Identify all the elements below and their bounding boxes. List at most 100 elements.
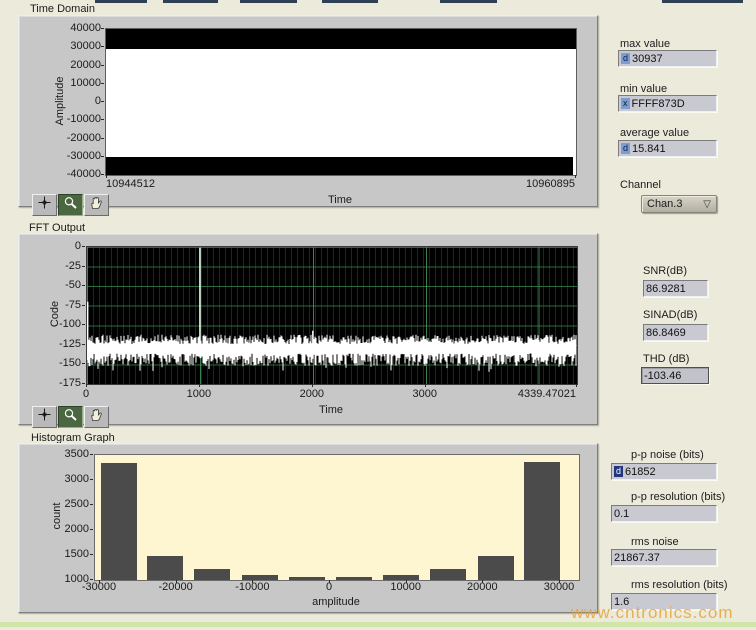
histogram-bar — [383, 575, 419, 580]
thd-label: THD (dB) — [643, 353, 689, 365]
x-tick-label: 10960895 — [526, 178, 575, 190]
x-tick-mark — [329, 580, 330, 583]
y-tick-mark — [82, 324, 85, 325]
rms-resolution-label: rms resolution (bits) — [631, 579, 728, 591]
pp-resolution-field[interactable]: 0.1 — [611, 505, 717, 522]
x-tick-mark — [576, 384, 577, 387]
crosshair-icon — [37, 408, 52, 426]
waveform-top-band — [106, 29, 576, 49]
radix-indicator[interactable]: d — [621, 53, 630, 64]
y-tick-mark — [101, 28, 104, 29]
y-tick-label: 40000 — [39, 22, 101, 34]
clipped-toolbar-strip — [662, 0, 743, 3]
max-value-label: max value — [620, 38, 670, 50]
time-domain-graph: Amplitude Time 400003000020000100000-100… — [18, 15, 598, 207]
x-tick-label: 0 — [46, 388, 126, 400]
x-tick-label: 4339.47021 — [518, 388, 576, 400]
y-tick-mark — [90, 554, 93, 555]
fft-plot-area[interactable] — [86, 246, 578, 385]
x-tick-mark — [199, 384, 200, 387]
y-tick-mark — [101, 101, 104, 102]
snr-field[interactable]: 86.9281 — [643, 280, 708, 297]
sinad-label: SINAD(dB) — [643, 309, 697, 321]
y-tick-mark — [101, 83, 104, 84]
average-value-field[interactable]: d 15.841 — [618, 140, 717, 157]
cursor-tool-button[interactable] — [32, 406, 57, 428]
average-value-label: average value — [620, 127, 689, 139]
x-tick-mark — [406, 580, 407, 583]
x-tick-mark — [312, 384, 313, 387]
x-tick-label: 3000 — [385, 388, 465, 400]
histogram-bar — [242, 575, 278, 580]
pan-tool-button[interactable] — [84, 194, 109, 216]
y-tick-mark — [90, 579, 93, 580]
thd-field[interactable]: -103.46 — [641, 367, 709, 384]
x-tick-mark — [575, 175, 576, 178]
time-domain-title: Time Domain — [30, 3, 95, 15]
labview-front-panel: Time Domain Amplitude Time 4000030000200… — [0, 0, 756, 630]
zoom-tool-button[interactable] — [58, 406, 83, 428]
radix-indicator[interactable]: d — [621, 143, 630, 154]
sinad-field[interactable]: 86.8469 — [643, 324, 708, 341]
x-tick-mark — [176, 580, 177, 583]
thd-text: -103.46 — [644, 370, 681, 382]
max-value-text: 30937 — [632, 53, 663, 65]
hand-icon — [89, 408, 104, 426]
y-tick-mark — [82, 344, 85, 345]
y-tick-mark — [82, 266, 85, 267]
histogram-plot-area[interactable] — [94, 454, 580, 581]
y-tick-mark — [90, 454, 93, 455]
pan-tool-button[interactable] — [84, 406, 109, 428]
histogram-bar — [289, 577, 325, 580]
snr-text: 86.9281 — [646, 283, 686, 295]
y-tick-label: 0 — [43, 240, 81, 252]
histogram-bar — [194, 569, 230, 580]
channel-label: Channel — [620, 179, 661, 191]
y-tick-label: -125 — [43, 338, 81, 350]
chevron-down-icon: ▽ — [703, 199, 711, 210]
y-tick-label: -75 — [43, 299, 81, 311]
clipped-toolbar-strip — [440, 0, 497, 3]
y-tick-label: -30000 — [39, 150, 101, 162]
y-tick-mark — [101, 138, 104, 139]
magnifier-icon — [63, 408, 78, 426]
histogram-bar — [147, 556, 183, 580]
time-domain-plot-area[interactable] — [105, 28, 577, 176]
radix-indicator[interactable]: x — [621, 98, 630, 109]
time-domain-xlabel: Time — [105, 194, 575, 206]
channel-dropdown[interactable]: Chan.3 ▽ — [641, 195, 717, 213]
histogram-bar — [478, 556, 514, 580]
watermark: www.cntronics.com — [571, 603, 733, 623]
x-tick-label: 10944512 — [106, 178, 155, 190]
histogram-graph: count amplitude 350030002500200015001000… — [18, 443, 598, 613]
y-tick-label: 2500 — [47, 498, 89, 510]
y-tick-mark — [90, 479, 93, 480]
min-value-field[interactable]: x FFFF873D — [618, 95, 717, 112]
y-tick-label: -20000 — [39, 132, 101, 144]
y-tick-mark — [90, 529, 93, 530]
zoom-tool-button[interactable] — [58, 194, 83, 216]
histogram-bar — [430, 569, 466, 580]
clipped-toolbar-strip — [95, 0, 147, 3]
cursor-tool-button[interactable] — [32, 194, 57, 216]
waveform-bottom-band — [106, 157, 573, 175]
x-tick-mark — [559, 580, 560, 583]
rms-noise-field[interactable]: 21867.37 — [611, 549, 717, 566]
max-value-field[interactable]: d 30937 — [618, 50, 717, 67]
rms-noise-label: rms noise — [631, 536, 679, 548]
graph-palette — [32, 194, 110, 216]
clipped-toolbar-strip — [240, 0, 297, 3]
radix-indicator[interactable]: d — [614, 466, 623, 477]
y-tick-label: 2000 — [47, 523, 89, 535]
pp-resolution-label: p-p resolution (bits) — [631, 491, 725, 503]
y-tick-label: -40000 — [39, 168, 101, 180]
y-tick-label: -25 — [43, 260, 81, 272]
y-tick-label: 10000 — [39, 77, 101, 89]
histogram-bar — [336, 577, 372, 580]
y-tick-label: -100 — [43, 318, 81, 330]
pp-noise-field[interactable]: d 61852 — [611, 463, 717, 480]
x-tick-mark — [482, 580, 483, 583]
x-tick-label: 2000 — [272, 388, 352, 400]
y-tick-label: 3500 — [47, 448, 89, 460]
rms-noise-text: 21867.37 — [614, 552, 660, 564]
